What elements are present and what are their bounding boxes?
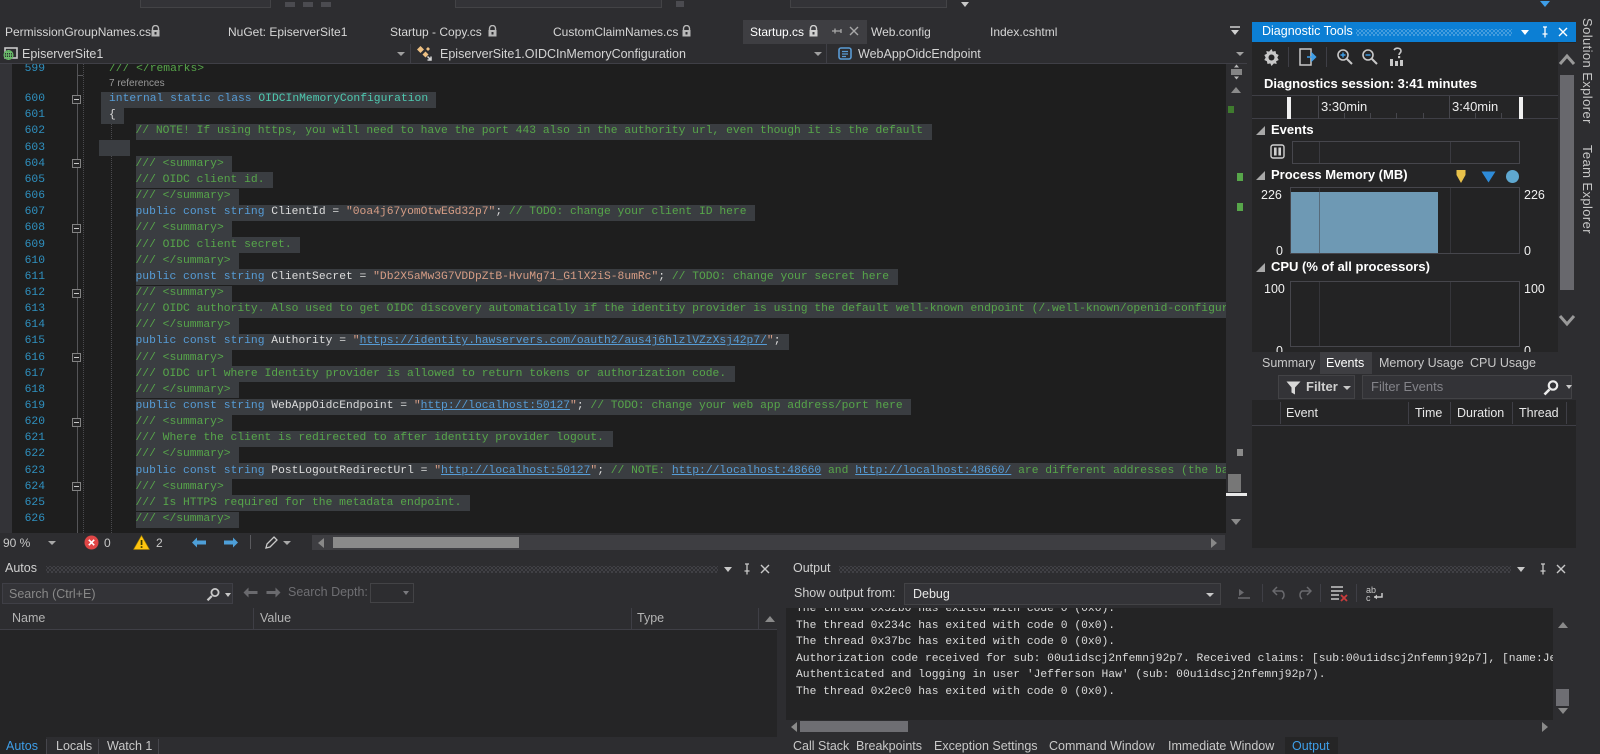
svg-text:c: c bbox=[1366, 593, 1371, 602]
